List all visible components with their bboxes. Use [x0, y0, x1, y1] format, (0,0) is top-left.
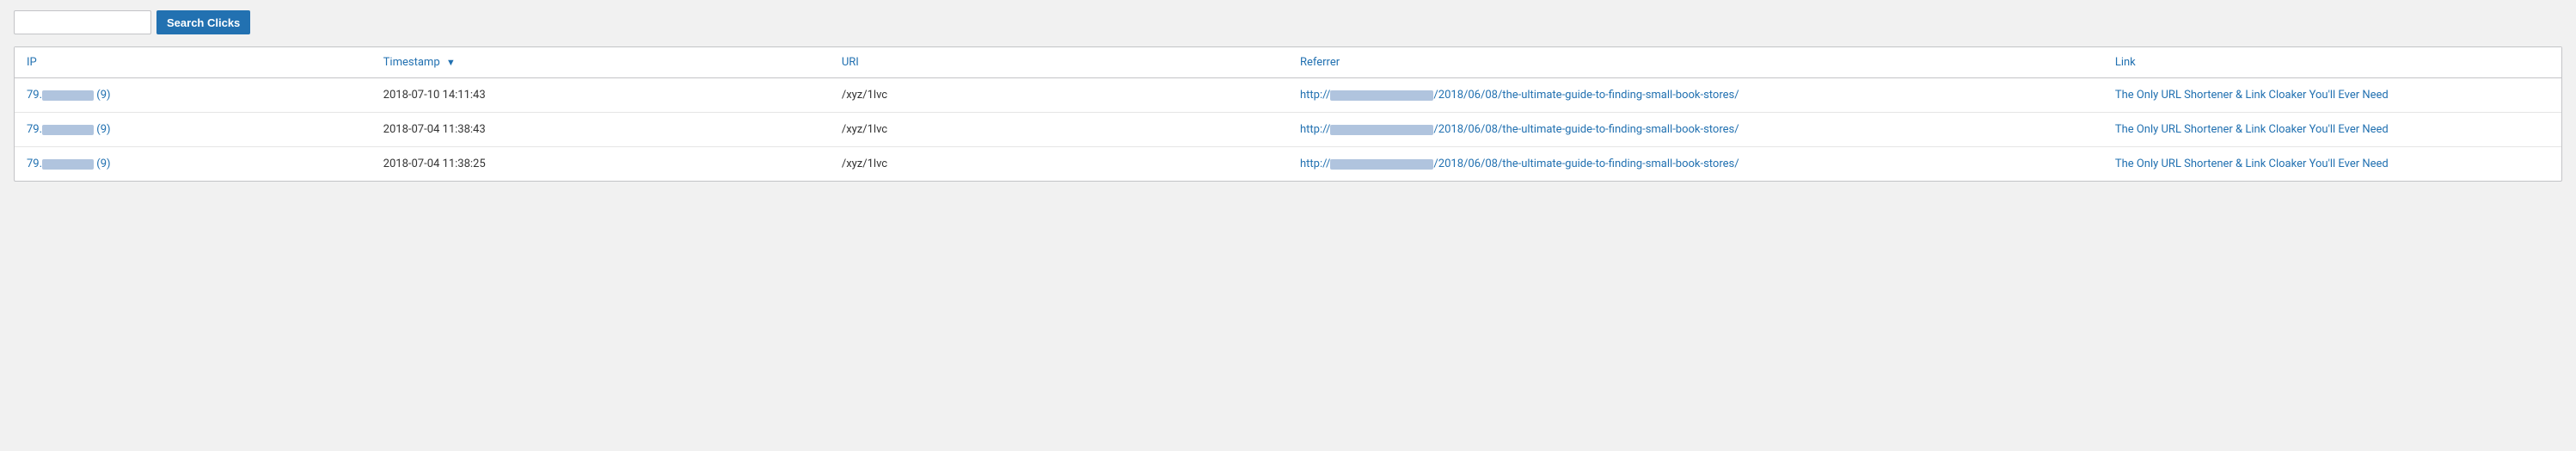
- referrer-blurred: [1330, 125, 1433, 135]
- col-header-uri[interactable]: URI: [830, 47, 1288, 78]
- cell-timestamp: 2018-07-04 11:38:25: [371, 147, 830, 182]
- referrer-suffix: /2018/06/08/the-ultimate-guide-to-findin…: [1433, 89, 1739, 102]
- clicks-table: IP Timestamp ▼ URI Referrer Link: [15, 47, 2561, 181]
- cell-link: The Only URL Shortener & Link Cloaker Yo…: [2103, 147, 2561, 182]
- ip-blurred: [42, 159, 94, 170]
- cell-referrer: http:// /2018/06/08/the-ultimate-guide-to…: [1288, 113, 2103, 147]
- cell-timestamp: 2018-07-04 11:38:43: [371, 113, 830, 147]
- referrer-link[interactable]: http:// /2018/06/08/the-ultimate-guide-to…: [1300, 158, 1739, 170]
- ip-link[interactable]: 79. (9): [27, 89, 111, 102]
- cell-uri: /xyz/1lvc: [830, 147, 1288, 182]
- col-header-link[interactable]: Link: [2103, 47, 2561, 78]
- page-wrapper: Search Clicks IP Timestamp ▼ URI Re: [0, 0, 2576, 451]
- referrer-link[interactable]: http:// /2018/06/08/the-ultimate-guide-to…: [1300, 89, 1739, 102]
- search-bar: Search Clicks: [14, 10, 2562, 34]
- link-anchor[interactable]: The Only URL Shortener & Link Cloaker Yo…: [2115, 158, 2389, 170]
- link-anchor[interactable]: The Only URL Shortener & Link Cloaker Yo…: [2115, 123, 2389, 136]
- col-header-ip[interactable]: IP: [15, 47, 371, 78]
- search-clicks-button[interactable]: Search Clicks: [156, 10, 250, 34]
- ip-prefix: 79.: [27, 89, 42, 102]
- referrer-link[interactable]: http:// /2018/06/08/the-ultimate-guide-to…: [1300, 123, 1739, 136]
- clicks-table-container: IP Timestamp ▼ URI Referrer Link: [14, 46, 2562, 182]
- referrer-blurred: [1330, 90, 1433, 101]
- col-header-timestamp[interactable]: Timestamp ▼: [371, 47, 830, 78]
- cell-ip: 79. (9): [15, 147, 371, 182]
- link-anchor[interactable]: The Only URL Shortener & Link Cloaker Yo…: [2115, 89, 2389, 102]
- cell-ip: 79. (9): [15, 78, 371, 113]
- referrer-prefix: http://: [1300, 158, 1330, 170]
- table-header-row: IP Timestamp ▼ URI Referrer Link: [15, 47, 2561, 78]
- cell-uri: /xyz/1lvc: [830, 78, 1288, 113]
- ip-blurred: [42, 125, 94, 135]
- cell-referrer: http:// /2018/06/08/the-ultimate-guide-to…: [1288, 78, 2103, 113]
- cell-referrer: http:// /2018/06/08/the-ultimate-guide-to…: [1288, 147, 2103, 182]
- cell-link: The Only URL Shortener & Link Cloaker Yo…: [2103, 78, 2561, 113]
- referrer-prefix: http://: [1300, 89, 1330, 102]
- col-header-referrer[interactable]: Referrer: [1288, 47, 2103, 78]
- ip-count: (9): [94, 123, 111, 136]
- cell-link: The Only URL Shortener & Link Cloaker Yo…: [2103, 113, 2561, 147]
- ip-blurred: [42, 90, 94, 101]
- referrer-suffix: /2018/06/08/the-ultimate-guide-to-findin…: [1433, 158, 1739, 170]
- cell-timestamp: 2018-07-10 14:11:43: [371, 78, 830, 113]
- ip-prefix: 79.: [27, 123, 42, 136]
- ip-prefix: 79.: [27, 158, 42, 170]
- search-input[interactable]: [14, 10, 151, 34]
- ip-count: (9): [94, 89, 111, 102]
- ip-count: (9): [94, 158, 111, 170]
- referrer-prefix: http://: [1300, 123, 1330, 136]
- ip-link[interactable]: 79. (9): [27, 123, 111, 136]
- cell-uri: /xyz/1lvc: [830, 113, 1288, 147]
- referrer-blurred: [1330, 159, 1433, 170]
- table-row: 79. (9) 2018-07-10 14:11:43/xyz/1lvc http:…: [15, 78, 2561, 113]
- sort-arrow-icon: ▼: [446, 57, 456, 68]
- cell-ip: 79. (9): [15, 113, 371, 147]
- table-row: 79. (9) 2018-07-04 11:38:43/xyz/1lvc http:…: [15, 113, 2561, 147]
- referrer-suffix: /2018/06/08/the-ultimate-guide-to-findin…: [1433, 123, 1739, 136]
- ip-link[interactable]: 79. (9): [27, 158, 111, 170]
- table-row: 79. (9) 2018-07-04 11:38:25/xyz/1lvc http:…: [15, 147, 2561, 182]
- table-body: 79. (9) 2018-07-10 14:11:43/xyz/1lvc http:…: [15, 78, 2561, 182]
